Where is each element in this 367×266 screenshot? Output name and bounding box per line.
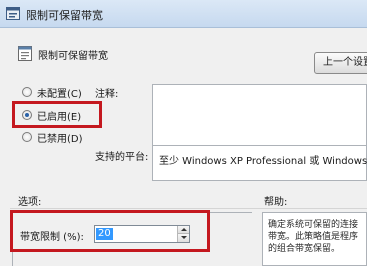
policy-app-icon bbox=[6, 7, 20, 20]
help-label: 帮助: bbox=[264, 197, 288, 208]
previous-setting-button[interactable]: 上一个设置 bbox=[314, 52, 367, 74]
comment-textarea[interactable] bbox=[152, 84, 367, 147]
window-title: 限制可保留带宽 bbox=[26, 9, 103, 22]
policy-name: 限制可保留带宽 bbox=[38, 51, 108, 62]
enabled-highlight-box bbox=[12, 101, 102, 128]
comment-label: 注释: bbox=[95, 89, 119, 100]
platform-value: 至少 Windows XP Professional 或 Windows Se bbox=[159, 156, 367, 167]
options-label: 选项: bbox=[18, 197, 42, 208]
radio-disabled-label: 已禁用(D) bbox=[37, 133, 83, 145]
policy-setting-icon bbox=[18, 46, 32, 61]
radio-disabled-indicator[interactable] bbox=[22, 132, 32, 142]
window-titlebar: 限制可保留带宽 bbox=[0, 0, 367, 28]
section-divider bbox=[10, 208, 367, 209]
platform-field: 至少 Windows XP Professional 或 Windows Se bbox=[152, 145, 367, 181]
radio-disabled[interactable]: 已禁用(D) bbox=[22, 130, 83, 145]
radio-not-configured-label: 未配置(C) bbox=[37, 88, 82, 100]
radio-not-configured[interactable]: 未配置(C) bbox=[22, 85, 82, 100]
help-text: 确定系统可保留的连接带宽。此策略值是程序的组合带宽保留。 bbox=[268, 220, 359, 254]
bandwidth-highlight-box bbox=[10, 210, 210, 252]
platform-label: 支持的平台: bbox=[95, 152, 149, 163]
radio-not-configured-indicator[interactable] bbox=[22, 87, 32, 97]
help-panel: 确定系统可保留的连接带宽。此策略值是程序的组合带宽保留。 bbox=[262, 212, 367, 266]
